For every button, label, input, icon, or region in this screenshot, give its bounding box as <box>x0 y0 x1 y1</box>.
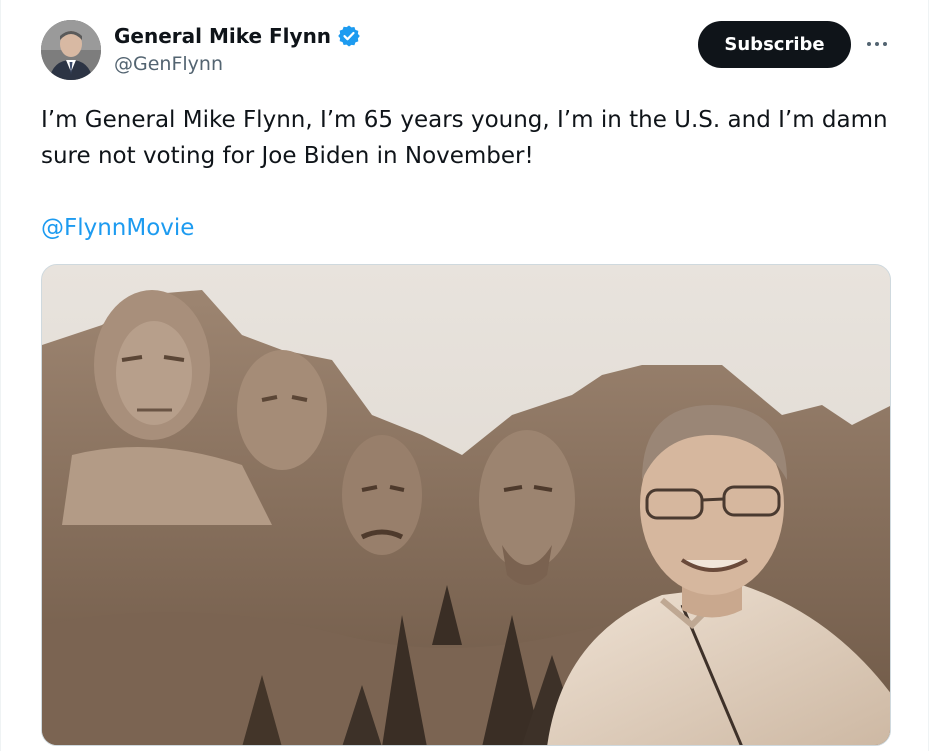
mention-link[interactable]: @FlynnMovie <box>41 210 194 246</box>
author-name-row[interactable]: General Mike Flynn <box>114 22 361 50</box>
more-options-icon[interactable] <box>861 30 893 58</box>
subscribe-button[interactable]: Subscribe <box>698 21 851 68</box>
tweet-card: General Mike Flynn @GenFlynn Subscribe I… <box>0 0 929 751</box>
avatar[interactable] <box>41 20 101 80</box>
author-display-name[interactable]: General Mike Flynn <box>114 24 331 48</box>
verified-badge-icon <box>337 24 361 48</box>
tweet-text: I’m General Mike Flynn, I’m 65 years you… <box>41 102 901 174</box>
tweet-text-line-1: I’m General Mike Flynn, I’m 65 years you… <box>41 107 888 133</box>
media-image <box>42 265 890 745</box>
tweet-text-line-2: sure not voting for Joe Biden in Novembe… <box>41 143 534 169</box>
tweet-media-photo[interactable] <box>41 264 891 746</box>
author-handle[interactable]: @GenFlynn <box>114 53 223 75</box>
